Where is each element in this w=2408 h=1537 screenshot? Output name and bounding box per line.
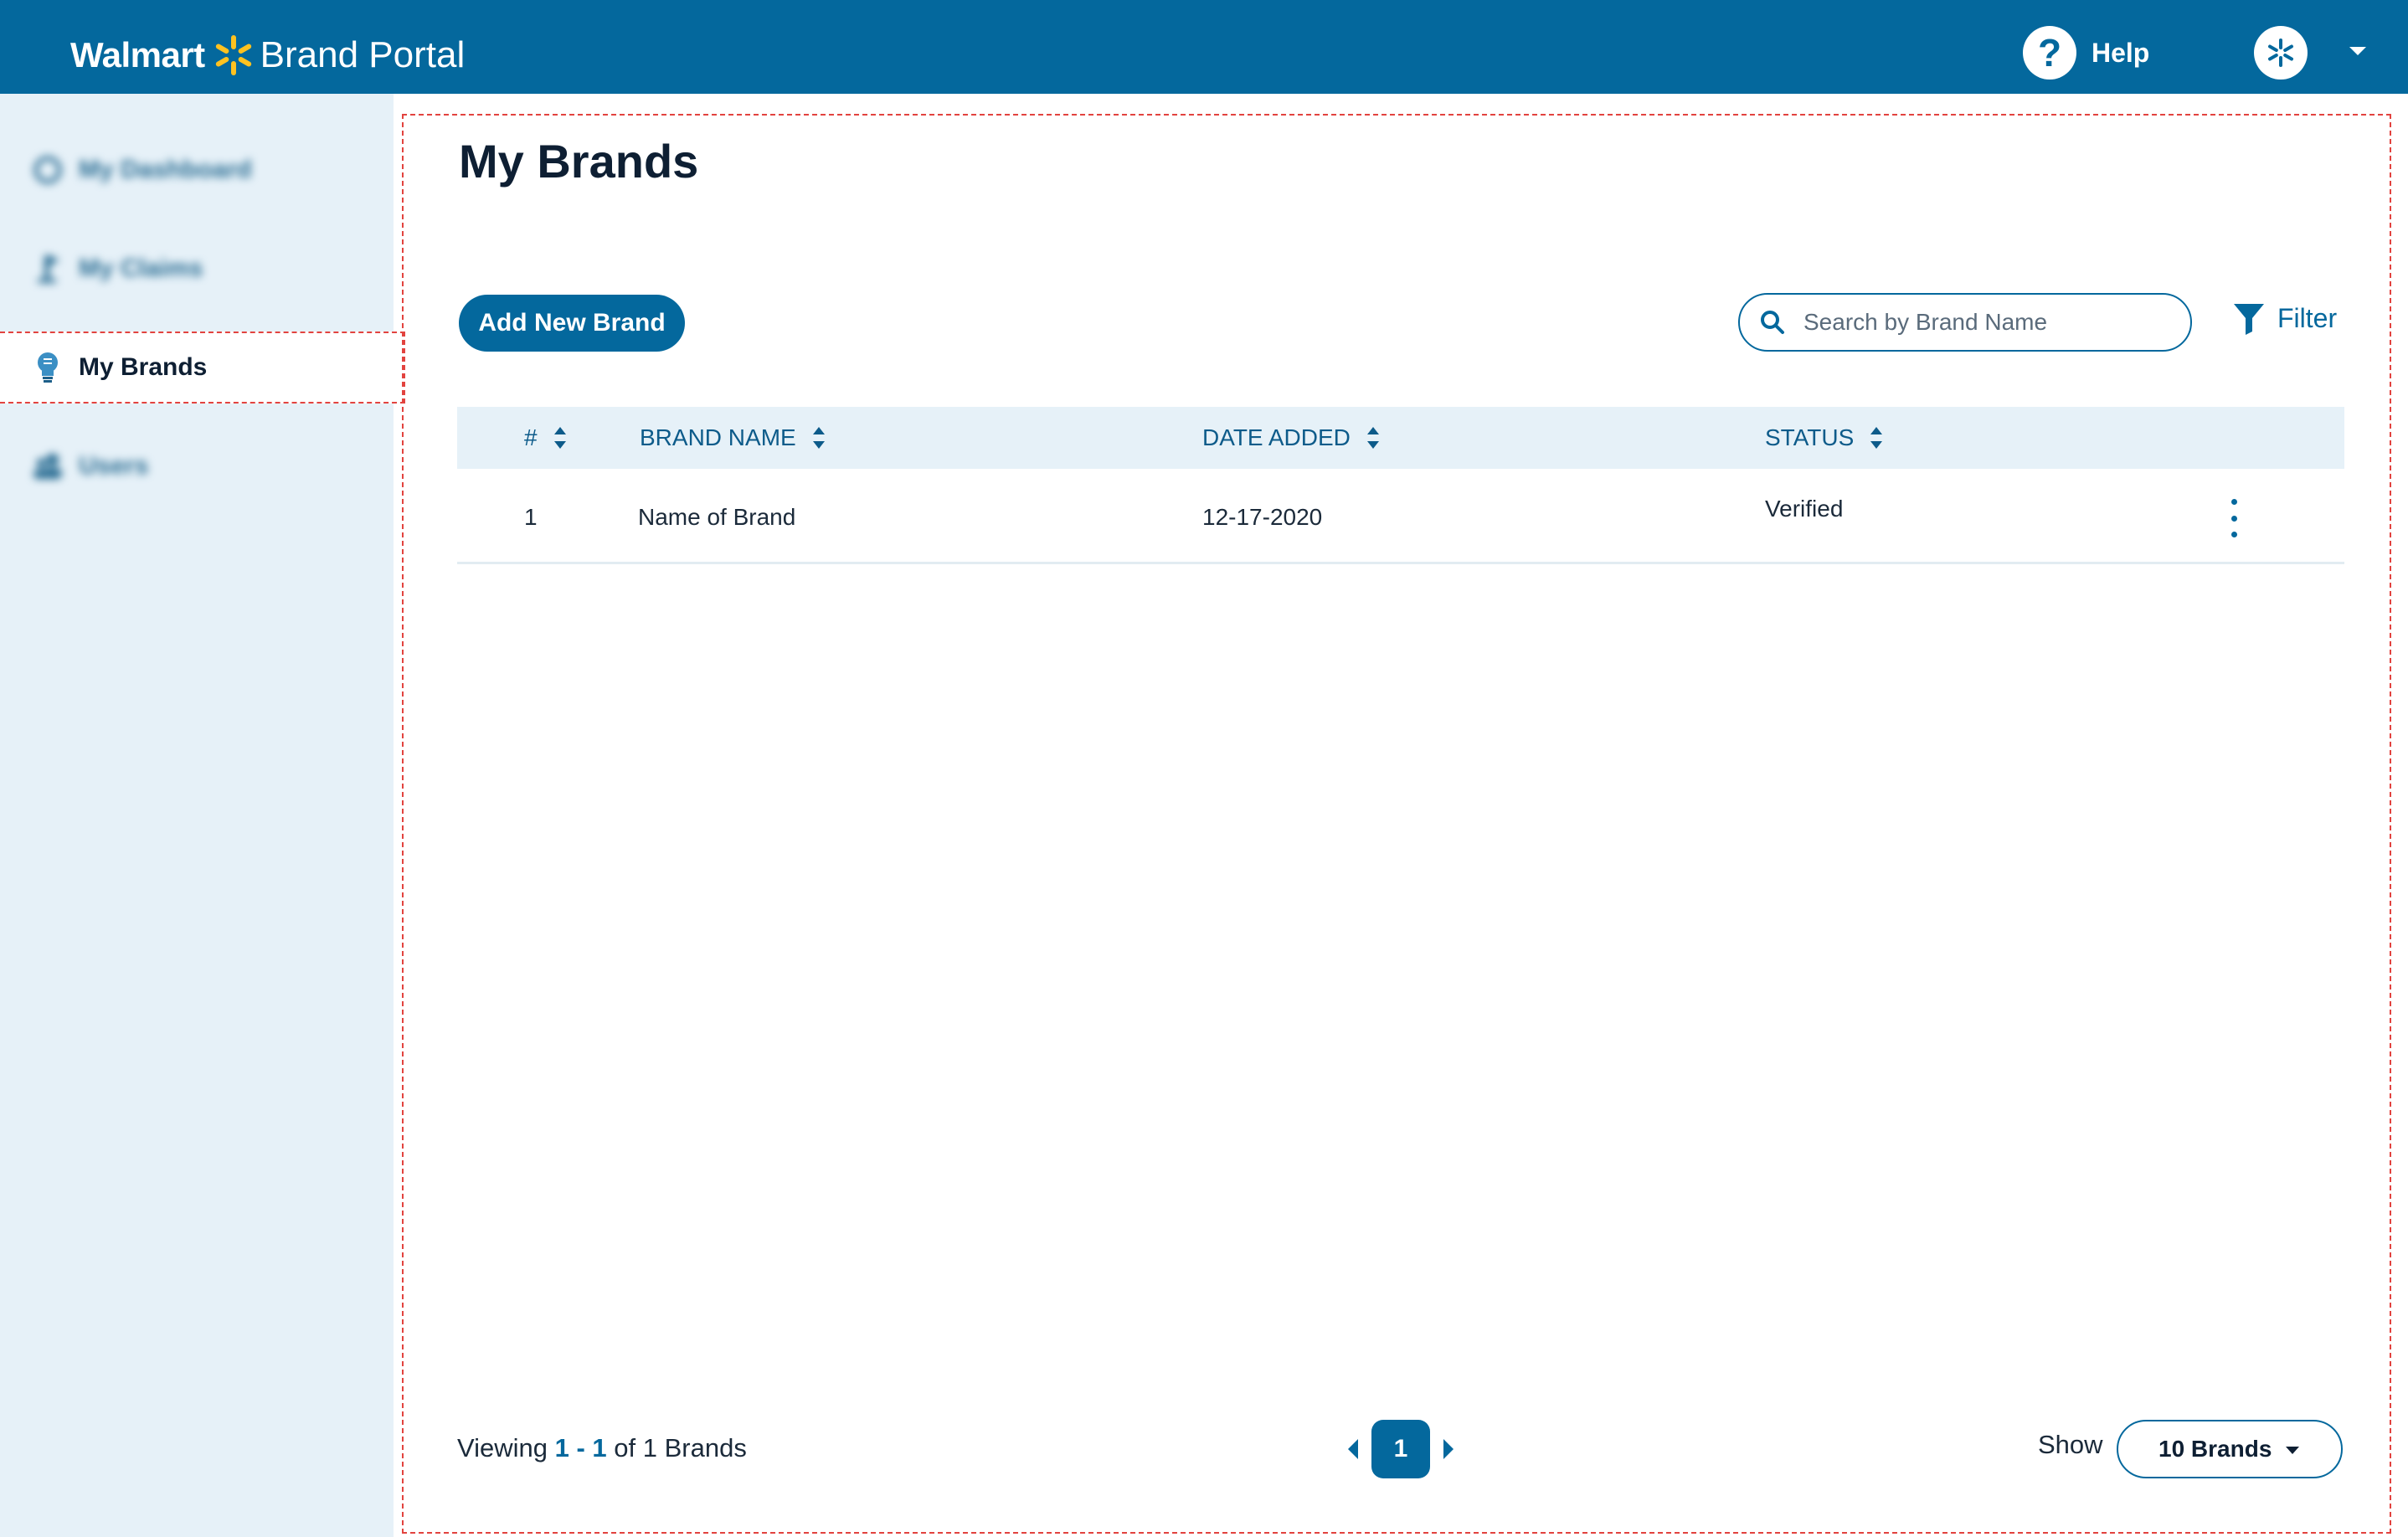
next-page-icon[interactable] [1443,1439,1454,1459]
viewing-suffix: of 1 Brands [614,1433,747,1462]
page-size-select[interactable]: 10 Brands [2117,1420,2343,1478]
cell-date-added: 12-17-2020 [1202,504,1323,530]
search-input[interactable] [1803,309,2172,336]
page-title: My Brands [459,135,699,188]
sort-icon [812,427,825,449]
cell-brand-name: Name of Brand [638,504,796,530]
filter-button[interactable]: Filter [2232,296,2337,340]
column-header-label: # [524,424,538,450]
filter-label: Filter [2277,302,2338,333]
sidebar-item-label: My Dashboard [79,156,252,183]
viewing-prefix: Viewing [457,1433,548,1462]
help-label: Help [2092,37,2150,68]
top-header: Walmart Brand Portal ? Help [0,0,2408,94]
viewing-count: Viewing 1 - 1 of 1 Brands [457,1433,747,1463]
add-new-brand-button[interactable]: Add New Brand [459,295,685,352]
portal-logo[interactable]: Walmart Brand Portal [70,30,465,80]
column-header-date-added[interactable]: DATE ADDED [1202,407,1379,469]
column-header-brand-name[interactable]: BRAND NAME [640,407,825,469]
filter-funnel-icon [2234,304,2264,335]
show-label: Show [2038,1430,2103,1459]
sidebar-item-label: Users [79,452,149,480]
spark-avatar-icon [2268,39,2293,67]
users-icon [32,450,64,482]
column-header-label: BRAND NAME [640,424,796,450]
sidebar [0,94,394,1537]
table-row[interactable]: 1 Name of Brand 12-17-2020 Verified [457,469,2344,564]
claims-flag-icon [32,253,64,285]
column-header-number[interactable]: # [524,407,566,469]
sort-icon [553,427,566,449]
walmart-spark-icon [215,35,251,75]
search-icon [1761,311,1784,334]
help-link[interactable]: ? Help [2023,25,2149,80]
sidebar-item-brands[interactable]: My Brands [0,332,405,404]
column-header-label: DATE ADDED [1202,424,1351,450]
viewing-range: 1 - 1 [554,1433,607,1462]
sort-icon [1366,427,1379,449]
previous-page-icon[interactable] [1348,1439,1358,1459]
page-size-value: 10 Brands [2158,1436,2272,1462]
sidebar-item-label: My Brands [79,353,208,381]
caret-down-icon[interactable] [2349,47,2366,55]
page-number-button[interactable]: 1 [1371,1420,1430,1478]
dashboard-icon [32,154,64,186]
brand-search-box[interactable] [1738,293,2192,352]
cell-number: 1 [524,504,538,530]
help-icon: ? [2023,26,2076,80]
row-actions-kebab-icon[interactable] [2225,499,2242,537]
sidebar-item-dashboard[interactable]: My Dashboard [0,134,394,206]
sidebar-item-label: My Claims [79,254,203,282]
chevron-down-icon [2286,1447,2299,1454]
cell-status: Verified [1765,496,1844,522]
walmart-wordmark: Walmart [70,35,205,75]
lightbulb-icon [32,352,64,383]
column-header-label: STATUS [1765,424,1855,450]
table-header: # BRAND NAME DATE ADDED STATUS [457,407,2344,469]
sidebar-item-users[interactable]: Users [0,430,394,502]
pagination: 1 [1348,1420,1454,1478]
brand-portal-text: Brand Portal [260,34,466,75]
user-avatar[interactable] [2254,26,2308,80]
column-header-status[interactable]: STATUS [1765,407,1883,469]
sidebar-item-claims[interactable]: My Claims [0,233,394,305]
sort-icon [1870,427,1883,449]
